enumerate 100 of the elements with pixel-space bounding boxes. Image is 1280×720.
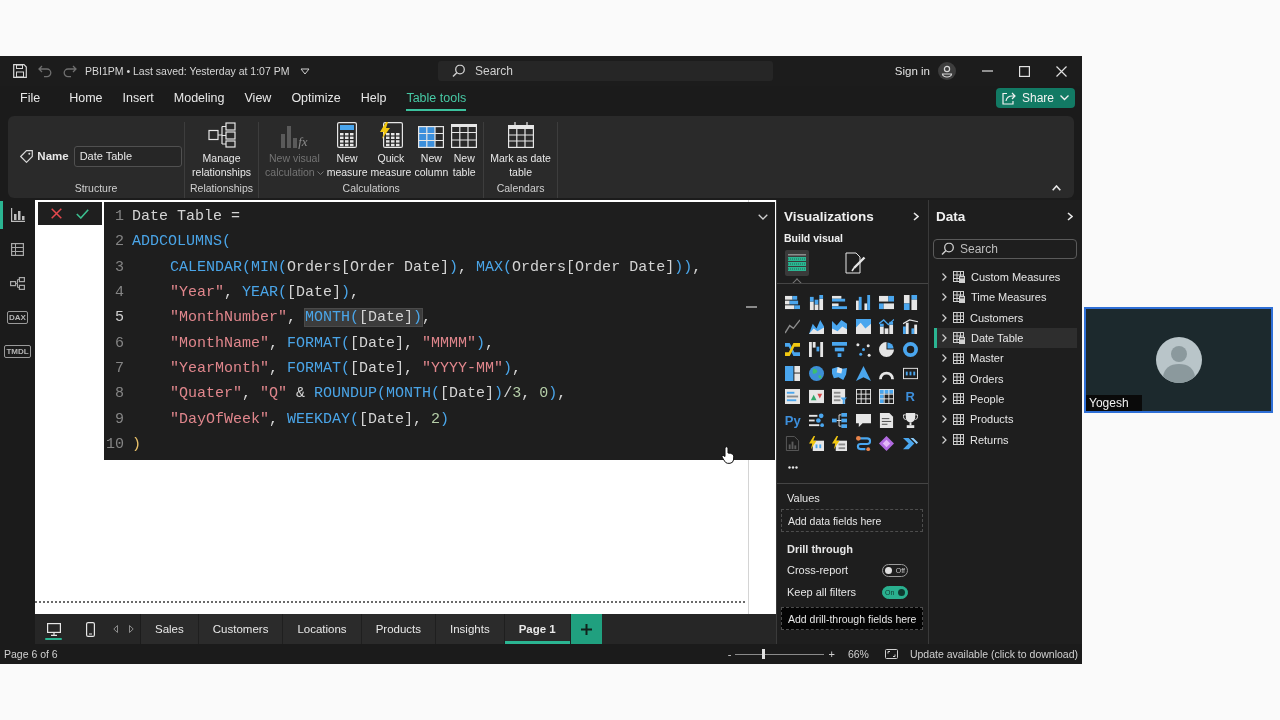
share-button[interactable]: Share <box>995 88 1075 108</box>
previous-page-icon[interactable] <box>113 625 118 633</box>
page-tab[interactable]: Customers <box>198 614 284 644</box>
trophy-icon[interactable] <box>902 412 918 428</box>
next-page-icon[interactable] <box>129 625 134 633</box>
menu-tab[interactable]: Modeling <box>173 87 225 111</box>
navigation-arrow-icon[interactable] <box>855 365 871 381</box>
ribbon-button[interactable]: Manage relationships <box>191 122 252 179</box>
menu-tab[interactable]: Help <box>360 87 387 111</box>
card-icon[interactable] <box>902 365 918 381</box>
page-tab[interactable]: Page 1 <box>504 614 571 644</box>
redo-icon[interactable] <box>63 64 77 78</box>
zoom-slider-thumb[interactable] <box>762 649 766 659</box>
dax-query-view-button[interactable]: DAX <box>0 303 35 331</box>
menu-tab[interactable]: Insert <box>122 87 154 111</box>
donut-chart-icon[interactable] <box>902 342 918 358</box>
ribbon-chart-icon[interactable] <box>785 342 801 358</box>
stacked-area-chart-icon[interactable] <box>832 318 848 334</box>
page-tab[interactable]: Sales <box>141 614 199 644</box>
check-icon[interactable] <box>76 208 89 219</box>
fit-to-page-icon[interactable] <box>884 649 898 659</box>
treemap-icon[interactable] <box>785 365 801 381</box>
slicer-icon[interactable] <box>832 389 848 405</box>
clustered-column-chart-icon[interactable] <box>855 295 871 311</box>
calculated-table-icon <box>953 332 965 345</box>
chevron-right-icon[interactable] <box>1067 211 1073 221</box>
ribbon-button[interactable]: New column <box>413 122 450 179</box>
menu-tab[interactable]: Optimize <box>291 87 341 111</box>
more-options-icon[interactable] <box>787 465 798 469</box>
ribbon-button[interactable]: Mark as date table <box>489 122 552 179</box>
decomposition-tree-icon[interactable] <box>832 412 848 428</box>
report-document-icon[interactable] <box>785 436 801 452</box>
table-item[interactable]: Master <box>934 348 1077 369</box>
table-item[interactable]: Custom Measures <box>934 267 1077 288</box>
table-grid-icon[interactable] <box>855 389 871 405</box>
full-stacked-column-chart-icon[interactable] <box>902 295 918 311</box>
line-and-column-chart-icon[interactable] <box>879 318 895 334</box>
chevron-right-icon[interactable] <box>913 211 919 221</box>
menu-tab[interactable]: Table tools <box>406 87 467 111</box>
table-item[interactable]: Date Table <box>934 327 1077 349</box>
zoom-out-button[interactable]: - <box>727 648 732 660</box>
document-icon[interactable] <box>879 412 895 428</box>
values-drop-zone[interactable]: Add data fields here <box>781 509 923 532</box>
sign-in-link[interactable]: Sign in <box>894 65 930 77</box>
account-icon[interactable] <box>938 62 956 80</box>
script-visual-button[interactable]: R <box>905 389 915 405</box>
table-item[interactable]: Time Measures <box>934 287 1077 308</box>
filled-map-icon[interactable] <box>832 365 848 381</box>
stacked-column-chart-icon[interactable] <box>808 295 824 311</box>
script-visual-button[interactable]: Py <box>784 412 801 428</box>
table-item[interactable]: Orders <box>934 368 1077 389</box>
double-chevron-icon[interactable] <box>902 436 918 452</box>
route-map-icon[interactable] <box>855 436 871 452</box>
chevron-down-icon[interactable] <box>758 214 768 220</box>
table-item[interactable]: Customers <box>934 307 1077 328</box>
save-icon[interactable] <box>13 64 27 78</box>
ribbon-button[interactable]: New measure <box>325 122 369 179</box>
matrix-icon[interactable] <box>879 389 895 405</box>
add-page-button[interactable] <box>570 614 602 644</box>
lightning-slicer-icon[interactable] <box>832 436 848 452</box>
update-notice[interactable]: Update available (click to download) <box>909 648 1078 660</box>
menu-tab[interactable]: File <box>20 87 41 111</box>
speech-bubble-icon[interactable] <box>855 412 871 428</box>
kpi-icon[interactable] <box>808 389 824 405</box>
clustered-bar-chart-icon[interactable] <box>832 295 848 311</box>
area-chart-icon[interactable] <box>808 318 824 334</box>
globe-icon[interactable] <box>808 365 824 381</box>
multi-row-card-icon[interactable] <box>785 389 801 405</box>
funnel-chart-icon[interactable] <box>832 342 848 358</box>
zoom-in-button[interactable]: + <box>828 648 835 660</box>
search-field[interactable]: Search <box>933 239 1077 259</box>
page-tab[interactable]: Products <box>361 614 436 644</box>
chevron-up-icon[interactable] <box>1052 185 1061 191</box>
page-tab[interactable]: Locations <box>283 614 362 644</box>
menu-tab[interactable]: View <box>244 87 272 111</box>
menu-tab[interactable]: Home <box>69 87 103 111</box>
full-stacked-bar-chart-icon[interactable] <box>879 295 895 311</box>
table-item[interactable]: Products <box>934 409 1077 430</box>
name-field[interactable]: Date Table <box>73 145 182 167</box>
stacked-bar-chart-icon[interactable] <box>785 295 801 311</box>
maximize-icon[interactable] <box>1019 65 1030 77</box>
dropdown-caret-icon[interactable] <box>300 67 311 75</box>
ribbon-button[interactable]: New table <box>450 122 479 179</box>
drill-through-drop-zone[interactable]: Add drill-through fields here <box>781 607 923 630</box>
undo-icon[interactable] <box>38 64 52 78</box>
tmdl-view-button[interactable]: TMDL <box>0 337 35 365</box>
key-influencers-icon[interactable] <box>808 412 824 428</box>
full-stacked-area-chart-icon[interactable] <box>855 318 871 334</box>
line-chart-icon[interactable] <box>785 318 801 334</box>
lightning-card-icon[interactable] <box>808 436 824 452</box>
table-item[interactable]: People <box>934 388 1077 410</box>
pie-chart-icon[interactable] <box>879 342 895 358</box>
table-item[interactable]: Returns <box>934 429 1077 450</box>
search-field[interactable]: Search <box>438 61 773 81</box>
diamond-icon[interactable] <box>879 436 895 452</box>
ribbon-button[interactable]: Quick measure <box>369 122 413 179</box>
waterfall-chart-icon[interactable] <box>808 342 824 358</box>
scatter-chart-icon[interactable] <box>855 342 871 358</box>
line-and-clustered-column-chart-icon[interactable] <box>902 318 918 334</box>
page-tab[interactable]: Insights <box>436 614 505 644</box>
